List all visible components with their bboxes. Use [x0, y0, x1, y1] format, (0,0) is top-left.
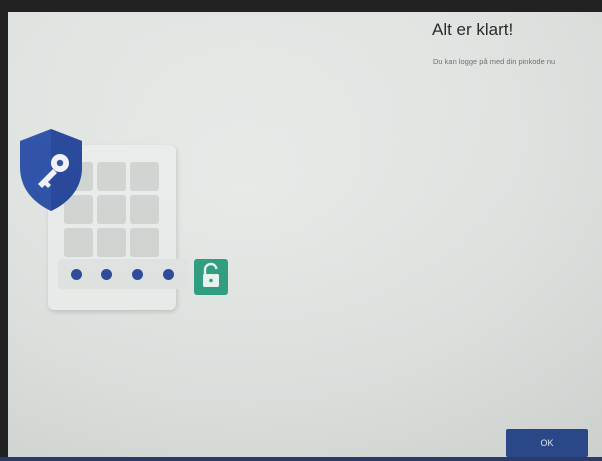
page-title: Alt er klart!	[432, 20, 514, 39]
unlocked-padlock-icon	[194, 259, 228, 295]
photo-frame: Alt er klart! Du kan logge på med din pi…	[0, 0, 602, 461]
pin-dot	[163, 269, 174, 280]
keypad-cell	[130, 195, 159, 224]
keypad-cell	[97, 195, 126, 224]
pin-dot	[132, 269, 143, 280]
keypad-cell	[64, 228, 93, 257]
taskbar-edge	[0, 457, 602, 461]
shield-key-icon	[20, 129, 82, 211]
pin-illustration	[8, 12, 268, 332]
pin-dot	[101, 269, 112, 280]
keypad-cell	[130, 228, 159, 257]
pin-dot	[71, 269, 82, 280]
ok-button[interactable]: OK	[506, 429, 588, 457]
keypad-cell	[97, 162, 126, 191]
page-subtitle: Du kan logge på med din pinkode nu	[433, 57, 556, 66]
keypad-cell	[130, 162, 159, 191]
setup-screen: Alt er klart! Du kan logge på med din pi…	[8, 12, 602, 458]
keypad-cell	[97, 228, 126, 257]
